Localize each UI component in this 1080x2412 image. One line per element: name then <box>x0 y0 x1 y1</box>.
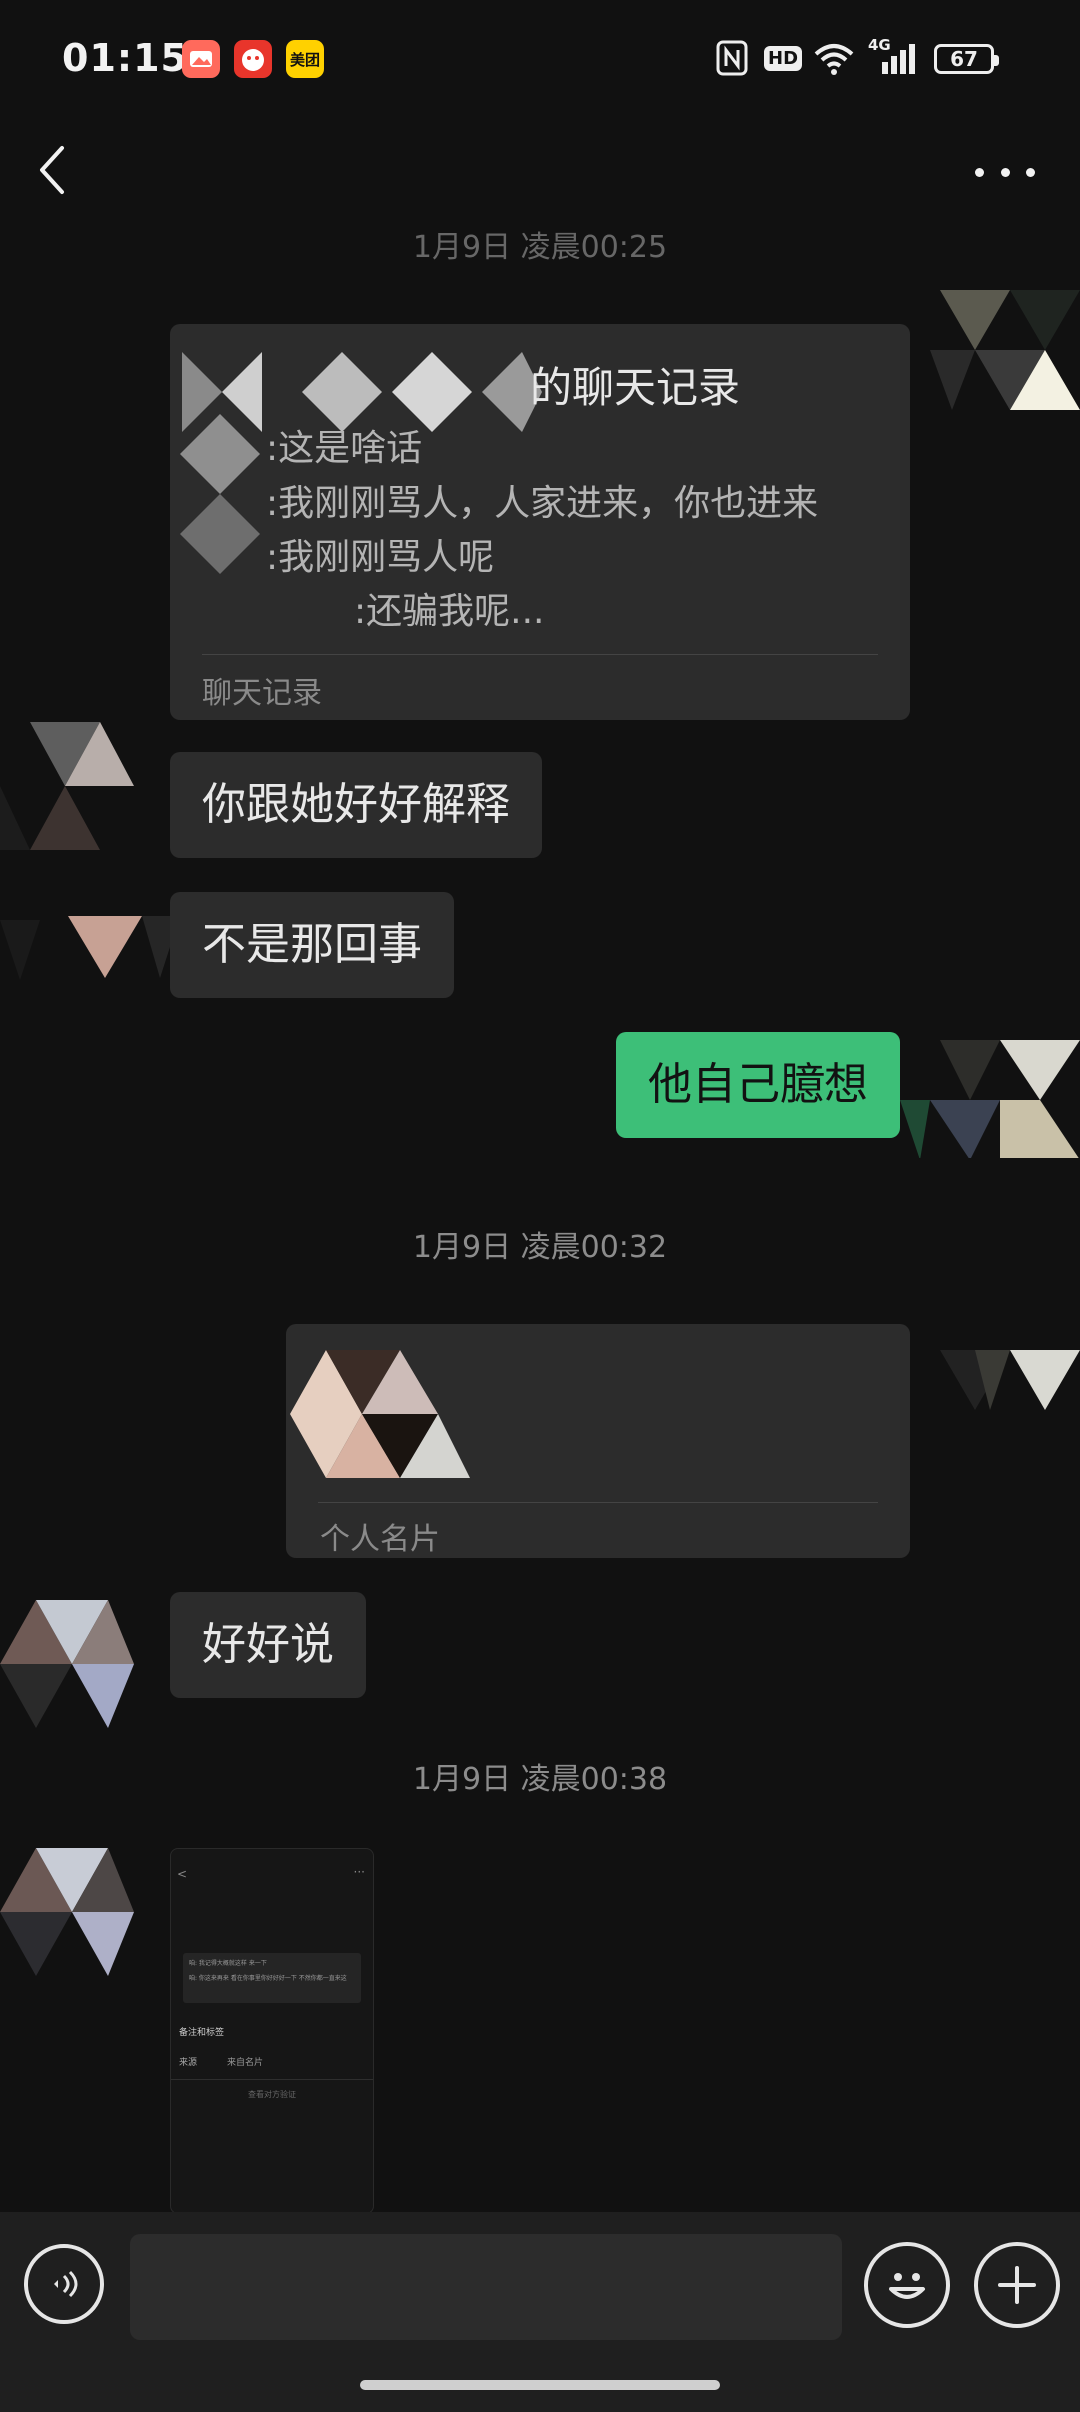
card-line: :我刚刚骂人，人家进来，你也进来 <box>266 483 819 524</box>
self-avatar[interactable] <box>900 1030 1080 1158</box>
thumb-line-2: 咱: 你这来再来 看在你事里你好好好一下 不然你都一直来这 <box>189 1975 347 1982</box>
card-line: :还骗我呢... <box>354 591 545 632</box>
app-icon-gallery <box>182 40 220 78</box>
home-indicator[interactable] <box>360 2380 720 2390</box>
add-attachment-button[interactable] <box>974 2242 1060 2328</box>
contact-avatar[interactable] <box>0 722 134 850</box>
self-avatar[interactable] <box>930 290 1080 418</box>
thumb-row-source-label: 来源 <box>179 2058 198 2068</box>
thumb-more-icon: ··· <box>353 1865 365 1879</box>
card-divider <box>202 654 878 655</box>
message-input[interactable] <box>130 2234 842 2340</box>
contact-avatar[interactable] <box>0 1848 134 1976</box>
message-text: 你跟她好好解释 <box>202 779 510 830</box>
battery-icon: 67 <box>934 44 999 74</box>
cellular-signal-icon: 4G <box>868 36 920 78</box>
message-bubble-incoming[interactable]: 不是那回事 <box>170 892 454 998</box>
timestamp: 1月9日 凌晨00:38 <box>412 1762 668 1797</box>
thumb-line-1: 咱: 我记得大概就这样 来一下 <box>189 1960 267 1967</box>
hd-icon: HD <box>764 38 803 78</box>
thumb-row-verify: 查看对方验证 <box>248 2090 296 2099</box>
card-divider <box>318 1502 878 1503</box>
thumb-row-remark: 备注和标签 <box>179 2028 225 2038</box>
thumb-back-icon: < <box>177 1867 188 1881</box>
hd-label: HD <box>764 45 803 71</box>
emoji-button[interactable] <box>864 2242 950 2328</box>
contact-avatar[interactable] <box>0 880 180 1008</box>
status-time: 01:15 <box>62 36 188 80</box>
chat-title <box>380 150 700 190</box>
card-line: :我刚刚骂人呢 <box>266 537 495 578</box>
voice-input-button[interactable] <box>24 2244 104 2324</box>
app-icon-xianyu <box>234 40 272 78</box>
message-bubble-outgoing[interactable]: 他自己臆想 <box>616 1032 900 1138</box>
message-text: 不是那回事 <box>202 919 422 970</box>
network-type-label: 4G <box>868 36 891 54</box>
card-avatar <box>290 1350 470 1478</box>
contact-avatar[interactable] <box>0 1600 134 1728</box>
app-icon-meituan: 美团 <box>286 40 324 78</box>
chat-history-card[interactable]: 的聊天记录 :这是啥话 :我刚刚骂人，人家进来，你也进来 :我刚刚骂人呢 :还骗… <box>170 324 910 720</box>
more-options-icon[interactable] <box>975 160 1035 184</box>
timestamp: 1月9日 凌晨00:32 <box>412 1230 668 1265</box>
message-text: 他自己臆想 <box>648 1059 868 1110</box>
back-icon[interactable] <box>28 140 78 200</box>
thumb-card: 咱: 我记得大概就这样 来一下 咱: 你这来再来 看在你事里你好好好一下 不然你… <box>183 1953 361 2003</box>
battery-level: 67 <box>950 47 978 71</box>
card-footer: 个人名片 <box>320 1522 440 1557</box>
self-avatar[interactable] <box>930 1320 1080 1448</box>
card-footer: 聊天记录 <box>202 676 322 711</box>
thumb-divider <box>171 2079 373 2080</box>
message-bubble-incoming[interactable]: 你跟她好好解释 <box>170 752 542 858</box>
contact-card[interactable]: 个人名片 <box>286 1324 910 1558</box>
card-line: :这是啥话 <box>266 428 423 469</box>
nfc-icon <box>716 38 748 78</box>
redacted-pixel-block <box>180 414 260 614</box>
wifi-icon <box>812 38 856 78</box>
message-bubble-incoming[interactable]: 好好说 <box>170 1592 366 1698</box>
card-title: 的聊天记录 <box>530 363 741 412</box>
screenshot-image-message[interactable]: < ··· 咱: 我记得大概就这样 来一下 咱: 你这来再来 看在你事里你好好好… <box>170 1848 374 2214</box>
timestamp: 1月9日 凌晨00:25 <box>412 230 668 265</box>
message-text: 好好说 <box>202 1619 334 1670</box>
thumb-row-source-value: 来自名片 <box>227 2058 264 2068</box>
